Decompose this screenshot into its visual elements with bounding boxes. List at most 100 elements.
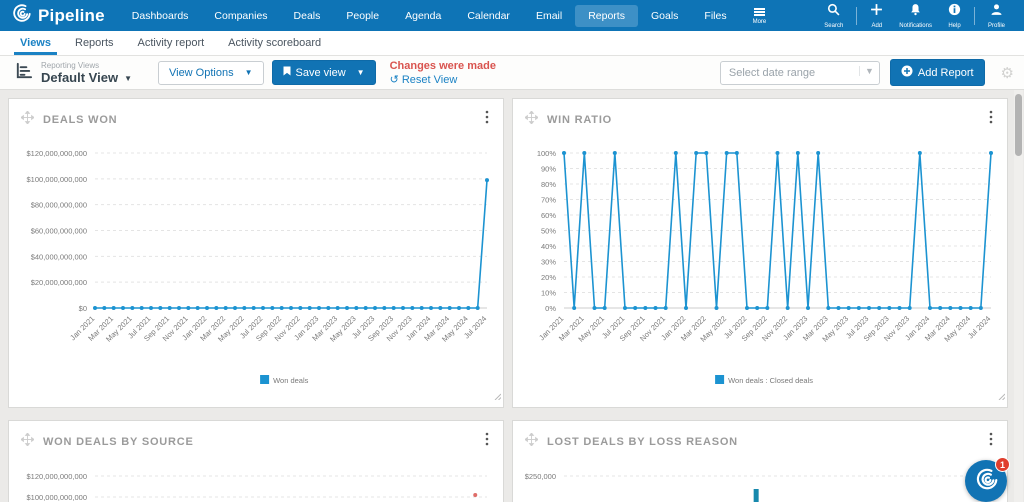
add-icon bbox=[870, 3, 883, 21]
svg-text:Jan 2022: Jan 2022 bbox=[180, 314, 208, 342]
reporting-view-selector[interactable]: Reporting Views Default View ▼ bbox=[41, 61, 132, 85]
nav-goals[interactable]: Goals bbox=[638, 5, 691, 27]
svg-text:$40,000,000,000: $40,000,000,000 bbox=[31, 252, 87, 261]
svg-text:50%: 50% bbox=[541, 227, 556, 236]
svg-text:Jul 2024: Jul 2024 bbox=[462, 314, 488, 340]
settings-icon[interactable]: ⚙ bbox=[1001, 64, 1014, 82]
nav-deals[interactable]: Deals bbox=[281, 5, 334, 27]
tab-activity-scoreboard[interactable]: Activity scoreboard bbox=[216, 31, 333, 55]
profile-button[interactable]: Profile bbox=[981, 1, 1012, 31]
svg-text:Jan 2021: Jan 2021 bbox=[537, 314, 565, 342]
nav-calendar[interactable]: Calendar bbox=[454, 5, 523, 27]
pipeline-crm-app: Pipeline Dashboards Companies Deals Peop… bbox=[0, 0, 1024, 502]
svg-text:Mar 2021: Mar 2021 bbox=[557, 314, 586, 343]
kebab-menu-icon[interactable] bbox=[483, 110, 491, 129]
help-button[interactable]: Help bbox=[941, 1, 968, 31]
nav-companies[interactable]: Companies bbox=[201, 5, 280, 27]
svg-text:May 2024: May 2024 bbox=[440, 314, 470, 344]
svg-text:May 2021: May 2021 bbox=[576, 314, 606, 344]
nav-people[interactable]: People bbox=[333, 5, 392, 27]
brand-name: Pipeline bbox=[38, 5, 105, 25]
won-deals-by-source-chart: $120,000,000,000 $100,000,000,000 bbox=[27, 472, 487, 502]
svg-text:30%: 30% bbox=[541, 258, 556, 267]
svg-text:Sep 2022: Sep 2022 bbox=[740, 314, 769, 343]
nav-files[interactable]: Files bbox=[691, 5, 739, 27]
view-options-button[interactable]: View Options ▼ bbox=[157, 60, 264, 85]
chevron-down-icon: ▼ bbox=[356, 68, 365, 77]
svg-text:Won deals : Closed deals: Won deals : Closed deals bbox=[728, 376, 813, 385]
pipeline-logo-icon bbox=[10, 2, 32, 29]
move-icon[interactable] bbox=[20, 431, 35, 451]
pipeline-chat-button[interactable]: 1 bbox=[965, 457, 1010, 502]
brand[interactable]: Pipeline bbox=[0, 2, 119, 29]
chevron-down-icon[interactable]: ▼ bbox=[858, 65, 874, 76]
svg-text:Mar 2023: Mar 2023 bbox=[801, 314, 830, 343]
profile-icon bbox=[990, 3, 1003, 21]
svg-text:May 2023: May 2023 bbox=[328, 314, 358, 344]
svg-text:May 2021: May 2021 bbox=[104, 314, 134, 344]
top-navbar: Pipeline Dashboards Companies Deals Peop… bbox=[0, 0, 1024, 31]
svg-text:Jan 2023: Jan 2023 bbox=[292, 314, 320, 342]
svg-text:$100,000,000,000: $100,000,000,000 bbox=[27, 175, 87, 184]
date-range-input[interactable] bbox=[719, 60, 880, 85]
notification-badge: 1 bbox=[995, 457, 1010, 472]
nav-agenda[interactable]: Agenda bbox=[392, 5, 454, 27]
notifications-button[interactable]: Notifications bbox=[892, 1, 939, 31]
kebab-menu-icon[interactable] bbox=[987, 110, 995, 129]
lost-deals-by-loss-reason-chart: $250,000 bbox=[525, 472, 991, 502]
svg-text:May 2024: May 2024 bbox=[942, 314, 972, 344]
divider bbox=[856, 6, 858, 25]
nav-dashboards[interactable]: Dashboards bbox=[119, 5, 202, 27]
save-view-button[interactable]: Save view ▼ bbox=[271, 60, 376, 85]
help-icon bbox=[948, 3, 961, 21]
svg-text:Jul 2022: Jul 2022 bbox=[722, 314, 748, 340]
svg-text:Jul 2021: Jul 2021 bbox=[600, 314, 626, 340]
reset-view-link[interactable]: ↺ Reset View bbox=[390, 73, 496, 86]
svg-text:Mar 2021: Mar 2021 bbox=[86, 314, 115, 343]
views-toolbar: Reporting Views Default View ▼ View Optio… bbox=[0, 56, 1024, 90]
svg-text:May 2023: May 2023 bbox=[820, 314, 850, 344]
kebab-menu-icon[interactable] bbox=[987, 432, 995, 451]
svg-text:Sep 2023: Sep 2023 bbox=[862, 314, 891, 343]
svg-text:Nov 2023: Nov 2023 bbox=[882, 314, 911, 343]
svg-text:Sep 2021: Sep 2021 bbox=[142, 314, 171, 343]
svg-text:$20,000,000,000: $20,000,000,000 bbox=[31, 278, 87, 287]
svg-text:Jan 2021: Jan 2021 bbox=[68, 314, 96, 342]
svg-text:70%: 70% bbox=[541, 196, 556, 205]
svg-text:$80,000,000,000: $80,000,000,000 bbox=[31, 201, 87, 210]
svg-text:60%: 60% bbox=[541, 211, 556, 220]
resize-handle-icon[interactable] bbox=[493, 387, 502, 405]
panel-title: WON DEALS BY SOURCE bbox=[43, 435, 194, 448]
search-button[interactable]: Search bbox=[817, 1, 850, 31]
kebab-menu-icon[interactable] bbox=[483, 432, 491, 451]
tab-activity-report[interactable]: Activity report bbox=[126, 31, 217, 55]
nav-more[interactable]: More bbox=[740, 3, 780, 27]
add-report-button[interactable]: Add Report bbox=[889, 59, 985, 86]
svg-text:Won deals: Won deals bbox=[273, 376, 309, 385]
resize-handle-icon[interactable] bbox=[997, 387, 1006, 405]
panel-title: LOST DEALS BY LOSS REASON bbox=[547, 435, 738, 448]
move-icon[interactable] bbox=[20, 109, 35, 129]
add-button[interactable]: Add bbox=[863, 1, 890, 31]
scrollbar-thumb[interactable] bbox=[1015, 94, 1022, 156]
panel-deals-won: DEALS WON $120,000,000,000 $100,000,000,0… bbox=[8, 98, 504, 408]
nav-reports[interactable]: Reports bbox=[575, 4, 638, 27]
tab-views[interactable]: Views bbox=[8, 31, 63, 55]
date-range-wrap: ▼ bbox=[719, 60, 880, 85]
svg-text:0%: 0% bbox=[545, 304, 556, 313]
nav-email[interactable]: Email bbox=[523, 5, 575, 27]
current-view-name: Default View ▼ bbox=[41, 69, 132, 85]
move-icon[interactable] bbox=[524, 431, 539, 451]
svg-text:Jul 2021: Jul 2021 bbox=[126, 314, 152, 340]
panel-win-ratio: WIN RATIO 100% 90% 80% 70% 60% 50% 40% 30% 20% 10… bbox=[512, 98, 1008, 408]
svg-text:40%: 40% bbox=[541, 242, 556, 251]
panel-title: DEALS WON bbox=[43, 113, 118, 126]
move-icon[interactable] bbox=[524, 109, 539, 129]
svg-text:Nov 2023: Nov 2023 bbox=[385, 314, 414, 343]
svg-text:90%: 90% bbox=[541, 165, 556, 174]
vertical-scrollbar[interactable] bbox=[1014, 90, 1023, 502]
svg-text:Sep 2021: Sep 2021 bbox=[618, 314, 647, 343]
deals-won-chart: $120,000,000,000 $100,000,000,000 $80,000,… bbox=[27, 149, 489, 385]
tab-reports[interactable]: Reports bbox=[63, 31, 126, 55]
navbar-utilities: Search Add Notifications Help Profile bbox=[817, 1, 1024, 31]
